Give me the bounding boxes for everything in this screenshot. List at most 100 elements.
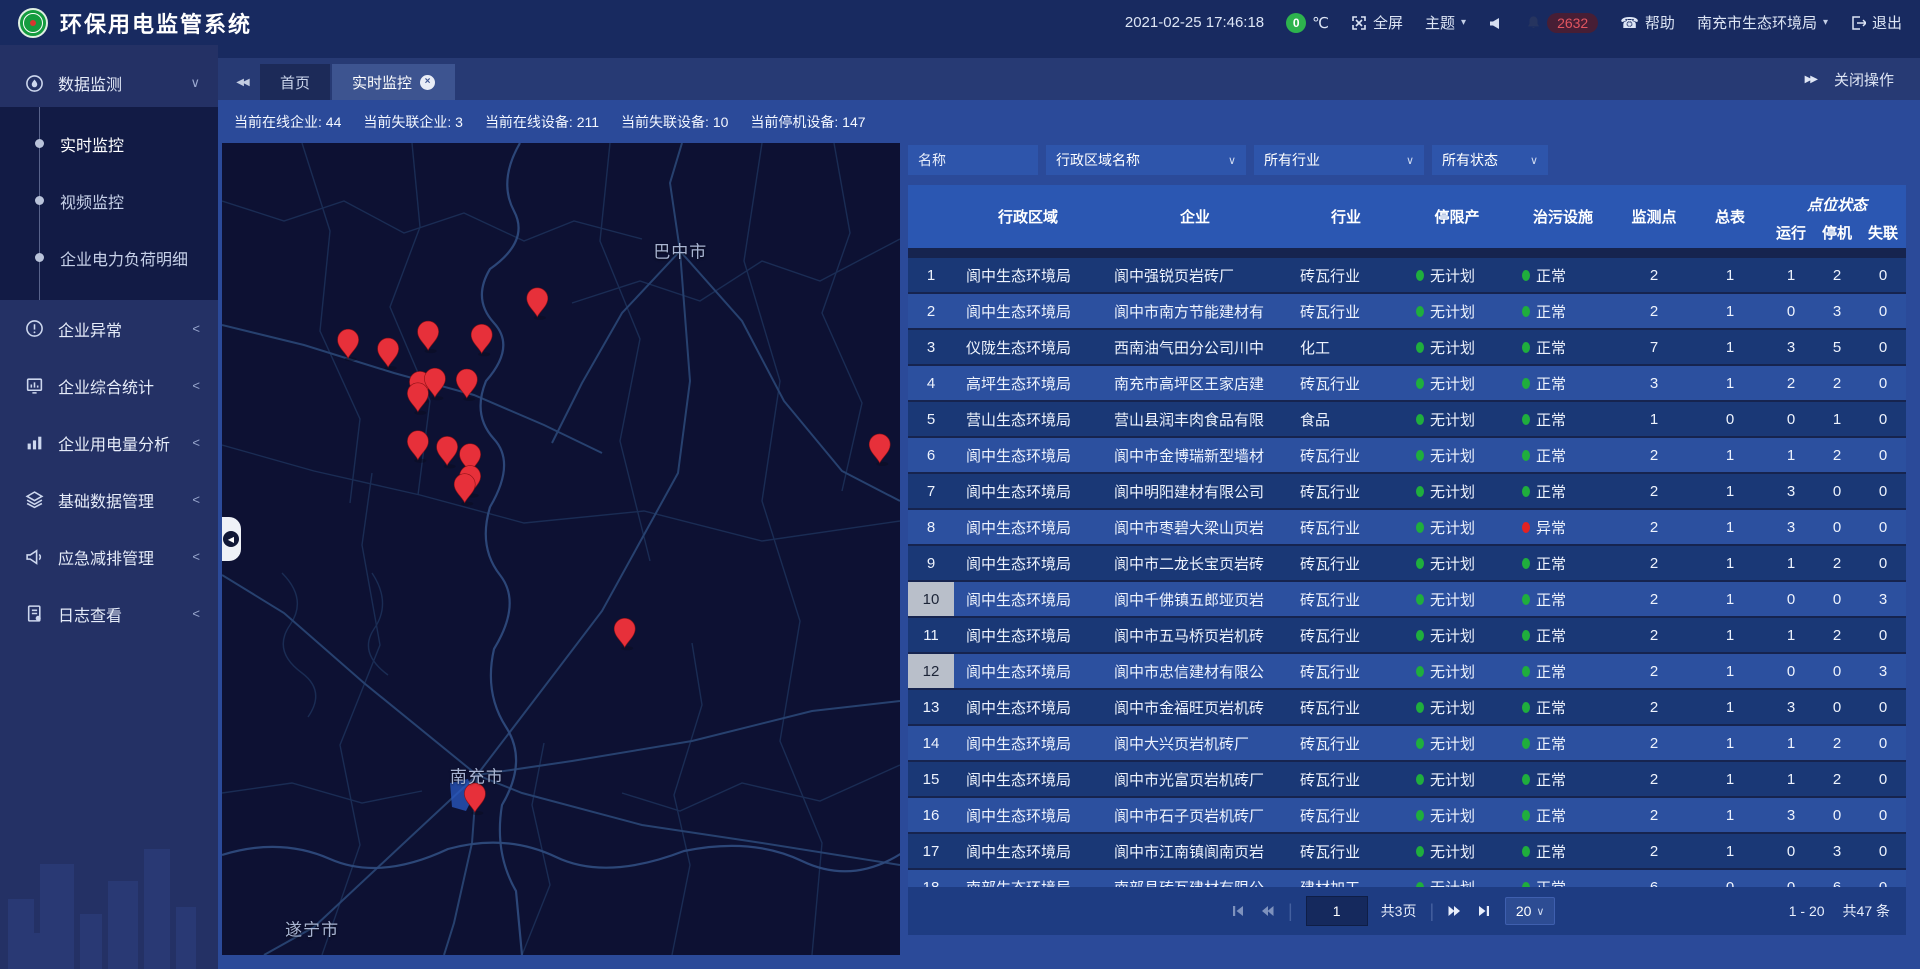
region-cell: 营山生态环境局	[954, 402, 1102, 436]
lost-count: 0	[1860, 294, 1906, 328]
map-pin[interactable]	[456, 369, 477, 401]
tab-realtime-monitor[interactable]: 实时监控 ×	[332, 64, 455, 100]
sidebar-section-基础数据管理[interactable]: 基础数据管理<	[0, 471, 218, 528]
map-pin[interactable]	[454, 474, 475, 506]
table-row[interactable]: 9阆中生态环境局阆中市二龙长宝页岩砖砖瓦行业无计划正常21120	[908, 546, 1906, 580]
run-count: 3	[1768, 690, 1814, 724]
status-filter-select[interactable]: 所有状态 ∨	[1432, 145, 1548, 175]
logout-button[interactable]: 退出	[1850, 12, 1902, 33]
lost-count: 0	[1860, 438, 1906, 472]
sidebar-section-企业用电量分析[interactable]: 企业用电量分析<	[0, 414, 218, 471]
region-cell: 高坪生态环境局	[954, 366, 1102, 400]
table-row[interactable]: 5营山生态环境局营山县润丰肉食品有限食品无计划正常10010	[908, 402, 1906, 436]
close-tab-icon[interactable]: ×	[420, 75, 435, 90]
theme-menu[interactable]: 主题 ▾	[1425, 12, 1466, 33]
table-row[interactable]: 3仪陇生态环境局西南油气田分公司川中化工无计划正常71350	[908, 330, 1906, 364]
sidebar-section-日志查看[interactable]: 日志查看<	[0, 585, 218, 642]
map-pin[interactable]	[869, 434, 890, 466]
stats-bar: 当前在线企业: 44当前失联企业: 3当前在线设备: 211当前失联设备: 10…	[234, 112, 866, 132]
prev-page-button[interactable]	[1259, 903, 1275, 919]
table-row[interactable]: 16阆中生态环境局阆中市石子页岩机砖厂砖瓦行业无计划正常21300	[908, 798, 1906, 832]
map-pin[interactable]	[407, 383, 428, 415]
col-header-company: 企业	[1102, 185, 1288, 248]
table-row[interactable]: 1阆中生态环境局阆中强锐页岩砖厂砖瓦行业无计划正常21120	[908, 258, 1906, 292]
industry-cell: 砖瓦行业	[1288, 474, 1404, 508]
map-pin[interactable]	[527, 288, 548, 320]
table-row[interactable]: 6阆中生态环境局阆中市金博瑞新型墙材砖瓦行业无计划正常21120	[908, 438, 1906, 472]
table-row[interactable]: 8阆中生态环境局阆中市枣碧大梁山页岩砖瓦行业无计划异常21300	[908, 510, 1906, 544]
map-pin[interactable]	[614, 618, 635, 650]
map-collapse-handle[interactable]: ◀	[222, 517, 241, 561]
table-row[interactable]: 12阆中生态环境局阆中市忠信建材有限公砖瓦行业无计划正常21003	[908, 654, 1906, 688]
next-page-button[interactable]	[1447, 903, 1463, 919]
table-row[interactable]: 18南部生态环境局南部县砖瓦建材有限公建材加工无计划正常60060	[908, 870, 1906, 887]
fullscreen-button[interactable]: 全屏	[1351, 12, 1403, 33]
gauge-icon	[24, 73, 44, 93]
sidebar-section-企业综合统计[interactable]: 企业综合统计<	[0, 357, 218, 414]
company-cell: 阆中市金博瑞新型墙材	[1102, 438, 1288, 472]
org-label: 南充市生态环境局	[1697, 12, 1817, 33]
close-operations-menu[interactable]: ▶▶ 关闭操作	[1805, 58, 1920, 100]
status-dot-green	[1522, 666, 1530, 677]
logout-label: 退出	[1872, 12, 1902, 33]
stop-count: 2	[1814, 366, 1860, 400]
table-row[interactable]: 14阆中生态环境局阆中大兴页岩机砖厂砖瓦行业无计划正常21120	[908, 726, 1906, 760]
app-logo-icon	[18, 8, 48, 38]
sidebar-section-应急减排管理[interactable]: 应急减排管理<	[0, 528, 218, 585]
sidebar-item-企业电力负荷明细[interactable]: 企业电力负荷明细	[0, 229, 218, 286]
table-row[interactable]: 7阆中生态环境局阆中明阳建材有限公司砖瓦行业无计划正常21300	[908, 474, 1906, 508]
lost-count: 0	[1860, 474, 1906, 508]
meter-count: 1	[1692, 510, 1768, 544]
industry-cell: 砖瓦行业	[1288, 762, 1404, 796]
lost-count: 0	[1860, 726, 1906, 760]
tab-home[interactable]: 首页	[260, 64, 330, 100]
table-row[interactable]: 13阆中生态环境局阆中市金福旺页岩机砖砖瓦行业无计划正常21300	[908, 690, 1906, 724]
sidebar-item-实时监控[interactable]: 实时监控	[0, 115, 218, 172]
meter-count: 1	[1692, 546, 1768, 580]
stat-item: 当前在线设备: 211	[485, 112, 599, 132]
alert-icon	[24, 319, 44, 339]
map-pin[interactable]	[418, 321, 439, 353]
run-count: 0	[1768, 402, 1814, 436]
limit-cell: 无计划	[1404, 618, 1510, 652]
facility-cell: 正常	[1510, 258, 1616, 292]
notifications[interactable]: 2632	[1526, 13, 1598, 33]
sidebar-section-企业异常[interactable]: 企业异常<	[0, 300, 218, 357]
region-cell: 仪陇生态环境局	[954, 330, 1102, 364]
org-menu[interactable]: 南充市生态环境局 ▾	[1697, 12, 1828, 33]
map-panel[interactable]: 巴中市南充市遂宁市 ◀	[222, 143, 900, 955]
scroll-tabs-left-button[interactable]: ◀◀	[224, 64, 260, 100]
region-cell: 阆中生态环境局	[954, 474, 1102, 508]
mute-button[interactable]	[1488, 15, 1504, 31]
monitor-count: 2	[1616, 762, 1692, 796]
table-row[interactable]: 11阆中生态环境局阆中市五马桥页岩机砖砖瓦行业无计划正常21120	[908, 618, 1906, 652]
map-pin[interactable]	[471, 324, 492, 356]
page-size-select[interactable]: 20 ∨	[1505, 897, 1555, 925]
table-row[interactable]: 17阆中生态环境局阆中市江南镇阆南页岩砖瓦行业无计划正常21030	[908, 834, 1906, 868]
table-row[interactable]: 4高坪生态环境局南充市高坪区王家店建砖瓦行业无计划正常31220	[908, 366, 1906, 400]
table-row[interactable]: 2阆中生态环境局阆中市南方节能建材有砖瓦行业无计划正常21030	[908, 294, 1906, 328]
row-index: 14	[908, 726, 954, 760]
map-pin[interactable]	[407, 431, 428, 463]
sidebar: 数据监测∨ 实时监控视频监控企业电力负荷明细企业异常<企业综合统计<企业用电量分析…	[0, 45, 218, 969]
chevron-down-icon: ∨	[1530, 154, 1538, 167]
help-button[interactable]: ☎ 帮助	[1620, 12, 1675, 33]
sidebar-section-数据监测[interactable]: 数据监测∨	[0, 59, 218, 107]
region-filter-select[interactable]: 行政区域名称 ∨	[1046, 145, 1246, 175]
last-page-button[interactable]	[1476, 903, 1492, 919]
table-row[interactable]: 15阆中生态环境局阆中市光富页岩机砖厂砖瓦行业无计划正常21120	[908, 762, 1906, 796]
datetime: 2021-02-25 17:46:18	[1125, 14, 1264, 31]
map-pin[interactable]	[378, 338, 399, 370]
status-dot-green	[1522, 774, 1530, 785]
industry-cell: 砖瓦行业	[1288, 798, 1404, 832]
map-pin[interactable]	[437, 436, 458, 468]
double-chevron-left-icon: ◀◀	[236, 77, 247, 88]
industry-filter-select[interactable]: 所有行业 ∨	[1254, 145, 1424, 175]
name-filter-input[interactable]	[908, 145, 1038, 175]
sidebar-item-视频监控[interactable]: 视频监控	[0, 172, 218, 229]
map-pin[interactable]	[464, 783, 485, 815]
page-number-input[interactable]	[1306, 896, 1368, 926]
first-page-button[interactable]	[1230, 903, 1246, 919]
region-cell: 阆中生态环境局	[954, 762, 1102, 796]
table-row[interactable]: 10阆中生态环境局阆中千佛镇五郎垭页岩砖瓦行业无计划正常21003	[908, 582, 1906, 616]
